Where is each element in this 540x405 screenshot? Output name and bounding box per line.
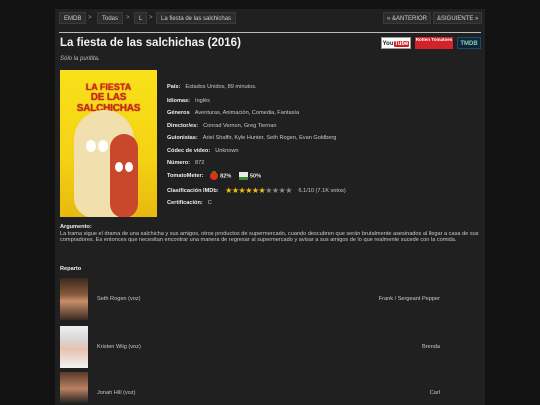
actor-name[interactable]: Seth Rogen (voz) (97, 296, 141, 302)
youtube-label: You (382, 41, 394, 47)
detail-label: Certificación: (167, 200, 203, 206)
breadcrumb-separator: > (88, 15, 92, 21)
star-icon: ★ (265, 186, 272, 195)
previous-button[interactable]: « &ANTERIOR (383, 12, 432, 24)
actor-photo[interactable] (60, 326, 88, 368)
actor-photo[interactable] (60, 278, 88, 320)
detail-value: Aventuras, Animación, Comedia, Fantasía (194, 110, 300, 116)
rotten-tomatoes-badge[interactable]: Rotten Tomatoes (415, 37, 453, 49)
detail-label: Director/es: (167, 123, 199, 129)
star-icon: ★ (251, 186, 259, 195)
star-icon: ★ (271, 186, 279, 195)
next-button[interactable]: &SIGUIENTE » (433, 12, 483, 24)
plot-summary: Argumento: La trama sigue el drama de un… (60, 224, 480, 244)
tomato-icon (210, 171, 219, 180)
character-name: Frank / Sergeant Pepper (378, 296, 440, 302)
character-name: Brenda (421, 344, 440, 350)
actor-photo[interactable] (60, 372, 88, 405)
page-title: La fiesta de las salchichas (2016) (60, 37, 241, 49)
imdb-row: Clasificación IMDb: ★★★★★★★★★★ 6.1/10 (7… (167, 186, 346, 195)
detail-label: Número: (167, 160, 190, 166)
cast-heading: Reparto (60, 266, 82, 272)
poster-eye-icon (98, 140, 108, 152)
poster-eye-icon (86, 140, 96, 152)
detail-label: Idiomas: (167, 98, 191, 104)
detail-label: País: (167, 84, 181, 90)
breadcrumb-current[interactable]: La fiesta de las salchichas (156, 12, 237, 24)
poster-sausage (110, 134, 138, 217)
rating-stars: ★★★★★★★★★★ (225, 186, 292, 195)
breadcrumb-separator: > (126, 15, 130, 21)
breadcrumb-letter[interactable]: L (134, 12, 148, 24)
detail-number: Número: 872 (167, 160, 204, 166)
audience-score: 50% (249, 173, 262, 180)
detail-value: Unknown (215, 148, 239, 154)
tagline: Sólo la puritita. (60, 56, 100, 62)
character-name: Carl (429, 390, 440, 396)
poster-eye-icon (115, 162, 123, 172)
detail-label: Géneros (167, 110, 190, 116)
youtube-tube-label: Tube (393, 41, 410, 47)
detail-value: Ariel Shaffir, Kyle Hunter, Seth Rogen, … (202, 135, 337, 141)
detail-value: Inglés (195, 98, 210, 104)
poster-eye-icon (125, 162, 133, 172)
breadcrumb-separator: > (149, 15, 153, 21)
detail-writers: Guionistas: Ariel Shaffir, Kyle Hunter, S… (167, 135, 336, 141)
title-divider (59, 32, 481, 33)
plot-label: Argumento: (60, 224, 92, 230)
detail-value: 872 (195, 160, 205, 166)
youtube-badge[interactable]: YouTube (381, 37, 411, 49)
breadcrumb-emdb[interactable]: EMDB (59, 12, 87, 24)
detail-label: Guionistas: (167, 135, 198, 141)
detail-genres: Géneros Aventuras, Animación, Comedia, Fa… (167, 110, 299, 116)
detail-value: Conrad Vernon, Greg Tiernan (203, 123, 277, 129)
critics-score: 82% (220, 173, 232, 180)
star-icon: ★ (225, 186, 232, 195)
plot-text: La trama sigue el drama de una salchicha… (60, 230, 479, 244)
movie-page: EMDB > Todas > L > La fiesta de las salc… (55, 9, 485, 405)
detail-value: C (207, 200, 212, 206)
imdb-rating-text: 6.1/10 (7.1K votos) (298, 187, 346, 194)
tomatometer-row: TomatoMeter: 82% 50% (167, 171, 262, 180)
tomatometer-label: TomatoMeter: (167, 173, 204, 180)
detail-country: País: Estados Unidos, 89 minutos. (167, 84, 257, 90)
imdb-label: Clasificación IMDb: (167, 187, 219, 194)
star-icon: ★ (245, 186, 252, 195)
star-icon: ★ (231, 186, 239, 195)
cast-item[interactable]: Seth Rogen (voz) Frank / Sergeant Pepper (60, 278, 480, 320)
actor-name[interactable]: Kristen Wiig (voz) (97, 344, 141, 350)
detail-certification: Certificación: C (167, 200, 212, 206)
cast-item[interactable]: Kristen Wiig (voz) Brenda (60, 326, 480, 368)
detail-value: Estados Unidos, 89 minutos. (185, 84, 257, 90)
popcorn-icon (238, 172, 248, 180)
detail-languages: Idiomas: Inglés (167, 98, 210, 104)
breadcrumb: EMDB > Todas > L > La fiesta de las salc… (59, 12, 483, 26)
cast-item[interactable]: Jonah Hill (voz) Carl (60, 372, 480, 405)
detail-video-codec: Códec de vídeo: Unknown (167, 148, 239, 154)
breadcrumb-todas[interactable]: Todas (97, 12, 124, 24)
actor-name[interactable]: Jonah Hill (voz) (97, 390, 136, 396)
poster-title-line1: LA FIESTA (85, 82, 132, 92)
tmdb-badge[interactable]: TMDB (457, 37, 481, 49)
movie-poster: LA FIESTA DE LAS SALCHICHAS (60, 70, 157, 217)
star-icon: ★ (285, 186, 292, 195)
detail-label: Códec de vídeo: (167, 148, 211, 154)
detail-directors: Director/es: Conrad Vernon, Greg Tiernan (167, 123, 276, 129)
